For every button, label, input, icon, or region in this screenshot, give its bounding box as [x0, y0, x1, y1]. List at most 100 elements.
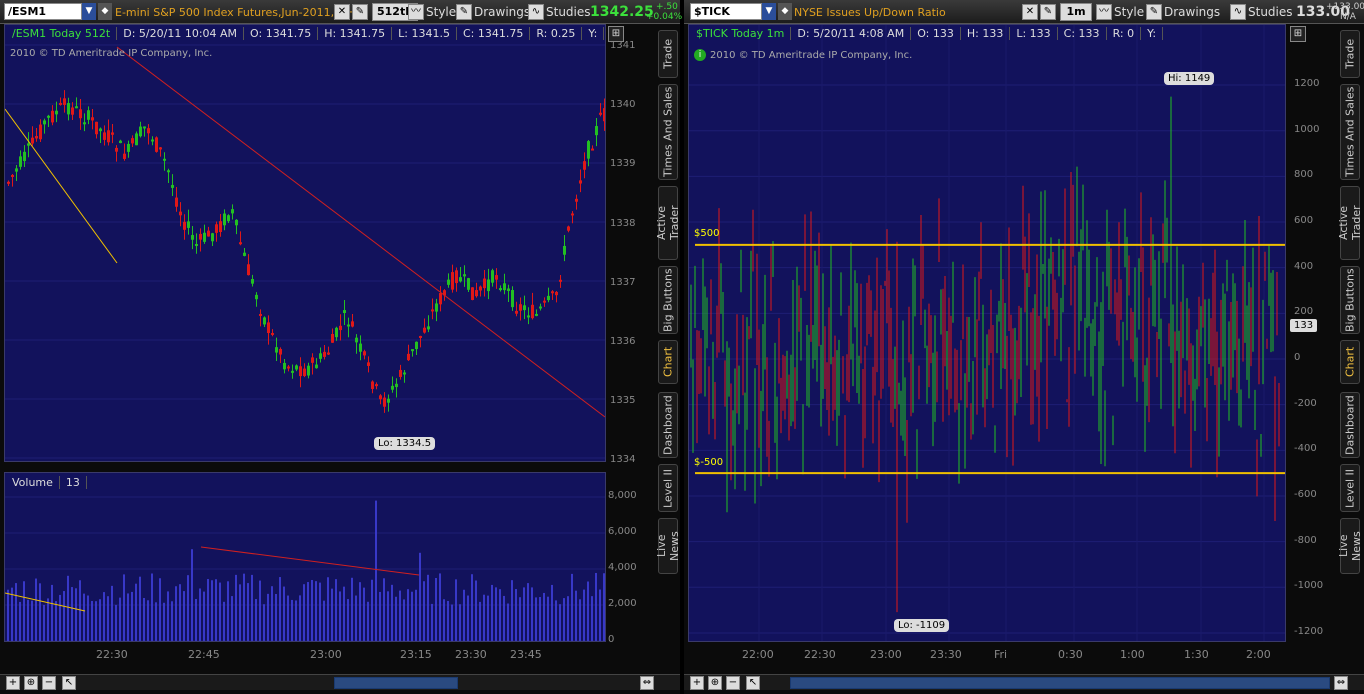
price-candle: [211, 233, 214, 242]
tab-active-trader[interactable]: Active Trader: [1337, 186, 1363, 260]
price-candle: [539, 306, 542, 309]
volume-bar: [223, 601, 225, 641]
volume-bar: [39, 583, 41, 641]
info-icon[interactable]: i: [694, 49, 706, 61]
right-zoom-out-icon[interactable]: −: [726, 676, 740, 690]
volume-bar: [415, 589, 417, 641]
right-tick-plot[interactable]: [688, 24, 1286, 642]
price-candle: [411, 349, 414, 352]
left-studies-label[interactable]: Studies: [546, 5, 591, 19]
left-price-plot[interactable]: [4, 24, 606, 462]
tab-live-news[interactable]: Live News: [655, 518, 681, 574]
left-symbol-dropdown[interactable]: ▼: [82, 3, 96, 20]
right-pencil-icon[interactable]: ✎: [1040, 4, 1056, 20]
tab-trade[interactable]: Trade: [658, 30, 678, 78]
price-candle: [451, 272, 454, 290]
time-axis-tick: 0:30: [1058, 648, 1083, 661]
tab-live-news[interactable]: Live News: [1337, 518, 1363, 574]
tab-chart[interactable]: Chart: [1340, 340, 1360, 384]
tab-dashboard[interactable]: Dashboard: [1340, 392, 1360, 458]
price-candle: [527, 315, 530, 318]
right-scrollbar[interactable]: [790, 677, 1330, 689]
left-symbol-input[interactable]: /ESM1: [4, 3, 82, 20]
price-candle: [327, 352, 330, 355]
volume-bar: [115, 604, 117, 641]
right-plot-svg: [689, 25, 1285, 641]
left-expand-icon[interactable]: ⇔: [640, 676, 654, 690]
price-candle: [511, 290, 514, 308]
volume-bar: [595, 572, 597, 641]
volume-bar: [387, 591, 389, 641]
volume-bar: [531, 587, 533, 641]
left-pencil-icon[interactable]: ✎: [352, 4, 368, 20]
volume-bar: [359, 582, 361, 641]
tab-level-ii[interactable]: Level II: [1340, 464, 1360, 512]
price-candle: [75, 106, 78, 109]
tab-big-buttons[interactable]: Big Buttons: [1340, 266, 1360, 334]
left-chart-pane: /ESM1 ▼ ◆ E-mini S&P 500 Index Futures,J…: [0, 0, 683, 694]
right-symbol-dropdown[interactable]: ▼: [762, 3, 776, 20]
volume-bar: [267, 593, 269, 641]
tab-big-buttons[interactable]: Big Buttons: [658, 266, 678, 334]
right-expand-icon[interactable]: ⇔: [1334, 676, 1348, 690]
volume-bar: [123, 574, 125, 641]
volume-bar: [303, 584, 305, 641]
right-settings-icon[interactable]: ✕: [1022, 4, 1038, 20]
tab-active-trader[interactable]: Active Trader: [655, 186, 681, 260]
volume-bar: [491, 584, 493, 641]
zoom-out-icon[interactable]: −: [42, 676, 56, 690]
tab-dashboard[interactable]: Dashboard: [658, 392, 678, 458]
price-candle: [195, 243, 198, 246]
left-toolbar: /ESM1 ▼ ◆ E-mini S&P 500 Index Futures,J…: [0, 0, 683, 24]
right-chart-settings-icon[interactable]: ⊞: [1290, 26, 1306, 42]
right-aggregation[interactable]: 1m: [1060, 3, 1092, 21]
right-link-icon[interactable]: ◆: [778, 3, 792, 20]
price-candle: [39, 124, 42, 140]
right-chart-header: $TICK Today 1m D: 5/20/11 4:08 AM O: 133 H:…: [690, 27, 1164, 40]
volume-bar: [239, 584, 241, 641]
cursor-icon[interactable]: ↖: [62, 676, 76, 690]
left-studies-icon[interactable]: ∿: [528, 4, 544, 20]
left-high: H: 1341.75: [318, 27, 393, 40]
left-link-icon[interactable]: ◆: [98, 3, 112, 20]
right-style-icon[interactable]: 〰: [1096, 4, 1112, 20]
tab-trade[interactable]: Trade: [1340, 30, 1360, 78]
left-style-label[interactable]: Style: [426, 5, 456, 19]
tab-chart[interactable]: Chart: [658, 340, 678, 384]
tab-level-ii[interactable]: Level II: [658, 464, 678, 512]
volume-bar: [283, 586, 285, 641]
price-candle: [47, 115, 50, 118]
right-studies-label[interactable]: Studies: [1248, 5, 1293, 19]
right-drawings-label[interactable]: Drawings: [1164, 5, 1220, 19]
price-axis-tick: 1340: [610, 99, 636, 110]
left-change-pct: +0.04%: [646, 12, 683, 22]
time-axis-tick: 23:45: [510, 648, 542, 661]
price-candle: [363, 351, 366, 356]
right-studies-icon[interactable]: ∿: [1230, 4, 1246, 20]
right-drawings-icon[interactable]: ✎: [1146, 4, 1162, 20]
right-zoom-icon[interactable]: ⊕: [708, 676, 722, 690]
left-scrollbar[interactable]: [334, 677, 458, 689]
left-drawings-label[interactable]: Drawings: [474, 5, 530, 19]
right-zoom-in-icon[interactable]: +: [690, 676, 704, 690]
right-symbol-input[interactable]: $TICK: [690, 3, 762, 20]
zoom-icon[interactable]: ⊕: [24, 676, 38, 690]
left-style-icon[interactable]: 〰: [408, 4, 424, 20]
price-candle: [263, 317, 266, 325]
tab-times-and-sales[interactable]: Times And Sales: [1340, 84, 1360, 180]
tab-times-and-sales[interactable]: Times And Sales: [658, 84, 678, 180]
price-candle: [423, 327, 426, 333]
zoom-in-icon[interactable]: +: [6, 676, 20, 690]
right-close: C: 133: [1058, 27, 1107, 40]
volume-bar: [419, 552, 421, 641]
right-cursor-icon[interactable]: ↖: [746, 676, 760, 690]
right-style-label[interactable]: Style: [1114, 5, 1144, 19]
volume-bar: [507, 603, 509, 641]
left-drawings-icon[interactable]: ✎: [456, 4, 472, 20]
volume-bar: [171, 601, 173, 641]
volume-bar: [307, 582, 309, 641]
left-volume-plot[interactable]: [4, 472, 606, 642]
price-candle: [87, 110, 90, 120]
volume-bar: [599, 589, 601, 641]
left-settings-icon[interactable]: ✕: [334, 4, 350, 20]
